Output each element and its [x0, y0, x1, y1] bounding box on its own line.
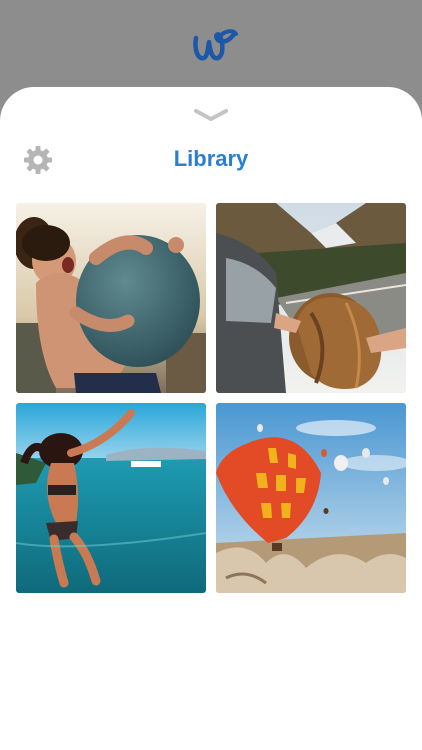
photo-tile-girl-jumping-sea[interactable]	[16, 403, 206, 593]
photo-hot-air-balloons	[216, 403, 406, 593]
script-w-logo-icon	[193, 29, 238, 61]
photo-girl-jumping-sea	[16, 403, 206, 593]
chevron-down-icon[interactable]	[193, 108, 229, 122]
photo-tile-child-with-ball[interactable]	[16, 203, 206, 393]
page-title: Library	[173, 146, 249, 171]
photo-tile-hot-air-balloons[interactable]	[216, 403, 406, 593]
top-bar	[0, 0, 422, 100]
photo-tile-woman-car-window[interactable]	[216, 203, 406, 393]
photo-woman-car-window	[216, 203, 406, 393]
photo-grid	[16, 203, 407, 593]
photo-child-with-ball	[16, 203, 206, 393]
